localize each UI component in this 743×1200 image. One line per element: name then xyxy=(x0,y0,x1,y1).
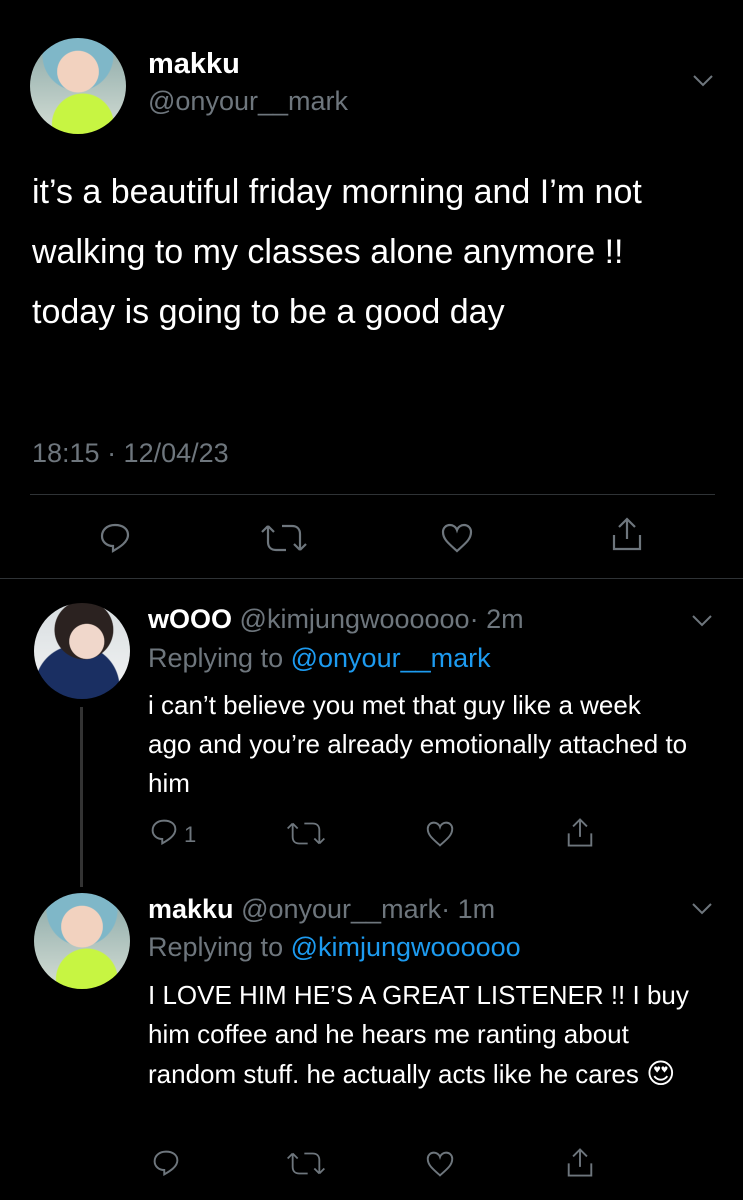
avatar[interactable] xyxy=(34,893,130,989)
replying-to-link[interactable]: @onyour__mark xyxy=(291,643,491,673)
reply-icon[interactable] xyxy=(152,1149,180,1177)
thread-line xyxy=(80,707,83,887)
heart-eyes-emoji: 😍 xyxy=(646,1058,676,1089)
display-name[interactable]: wOOO xyxy=(148,604,232,634)
replying-label: Replying to xyxy=(148,932,284,962)
time: · 2m xyxy=(469,604,524,634)
handle[interactable]: @onyour__mark xyxy=(241,894,441,924)
chevron-down-icon[interactable] xyxy=(692,74,714,88)
reply-text: I LOVE HIM HE’S A GREAT LISTENER !! I bu… xyxy=(148,980,689,1089)
share-icon[interactable] xyxy=(611,515,643,553)
like-icon[interactable] xyxy=(440,522,474,554)
reply-header: wOOO @kimjungwoooooo· 2m xyxy=(148,604,524,635)
retweet-icon[interactable] xyxy=(286,820,326,847)
divider xyxy=(30,494,715,495)
share-icon[interactable] xyxy=(566,816,594,849)
avatar[interactable] xyxy=(34,603,130,699)
like-icon[interactable] xyxy=(425,1150,455,1178)
retweet-icon[interactable] xyxy=(286,1150,326,1177)
retweet-icon[interactable] xyxy=(260,522,308,554)
reply-icon[interactable] xyxy=(150,818,178,846)
replying-to-link[interactable]: @kimjungwoooooo xyxy=(291,932,521,962)
time: · 1m xyxy=(441,894,496,924)
reply-text-block: I LOVE HIM HE’S A GREAT LISTENER !! I bu… xyxy=(148,976,718,1094)
like-icon[interactable] xyxy=(425,820,455,848)
reply-text: i can’t believe you met that guy like a … xyxy=(148,690,688,798)
chevron-down-icon[interactable] xyxy=(691,902,713,916)
divider xyxy=(0,578,743,579)
reply-icon[interactable] xyxy=(99,522,131,554)
avatar[interactable] xyxy=(30,38,126,134)
display-name[interactable]: makku xyxy=(148,48,240,81)
share-icon[interactable] xyxy=(566,1146,594,1179)
display-name[interactable]: makku xyxy=(148,894,234,924)
replying-line: Replying to @onyour__mark xyxy=(148,643,491,674)
tweet-text: it’s a beautiful friday morning and I’m … xyxy=(32,173,642,331)
handle[interactable]: @kimjungwoooooo xyxy=(240,604,470,634)
replying-line: Replying to @kimjungwoooooo xyxy=(148,932,521,963)
chevron-down-icon[interactable] xyxy=(691,614,713,628)
reply-count: 1 xyxy=(184,822,197,847)
reply-header: makku @onyour__mark· 1m xyxy=(148,894,495,925)
timestamp: 18:15 · 12/04/23 xyxy=(32,438,229,468)
handle[interactable]: @onyour__mark xyxy=(148,86,348,117)
replying-label: Replying to xyxy=(148,643,284,673)
